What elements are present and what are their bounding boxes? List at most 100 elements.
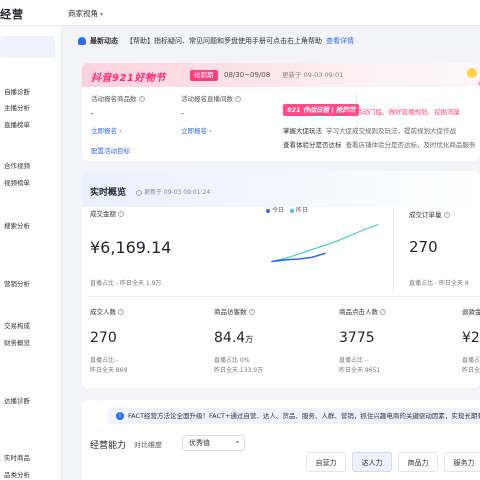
- gmv-value: ¥6,169.14: [90, 238, 172, 257]
- help-icon[interactable]: ?: [235, 96, 241, 102]
- metric-label: 成交人数: [90, 308, 116, 316]
- campaign-phase-tag: 抢跑期: [190, 70, 218, 81]
- enrolled-live-value: -: [181, 109, 184, 118]
- sidebar-item[interactable]: 直播榜单: [4, 119, 30, 129]
- business-ability-section: i FACT经营方法论全面升级！FACT+通过自营、达人、货品、服务、人群、营销，…: [82, 400, 480, 480]
- tab-service[interactable]: 服务力: [444, 452, 480, 472]
- view-switch-dropdown[interactable]: 商家视角 ▾: [68, 8, 103, 19]
- realtime-title: 实时概览: [90, 188, 127, 198]
- enrolled-products-value: -: [91, 109, 94, 118]
- sidebar-item[interactable]: 合作视频: [4, 160, 30, 170]
- info-icon: i: [116, 412, 124, 420]
- metric-share: 直播占比 -: [90, 357, 119, 364]
- sidebar-item[interactable]: 达播诊断: [4, 395, 30, 405]
- compare-dimension-select[interactable]: 优秀值 ▾: [182, 435, 245, 451]
- config-goal-link[interactable]: 配置活动目标: [91, 145, 130, 155]
- metric-cell[interactable]: 退款金额 ¥2 直播占比 - 昨日全天: [462, 306, 480, 376]
- schedule-text: 冲刺活动门槛、做好直播规划、挖掘流量: [343, 108, 460, 116]
- orders-label: 成交订单量: [409, 211, 442, 219]
- sidebar-item[interactable]: 营销分析: [4, 278, 30, 288]
- metric-value: 270: [90, 330, 117, 346]
- sidebar: 自播诊断 主播分析 直播榜单 合作视频 视频榜单 搜索分析 营销分析 交易构成 …: [0, 26, 62, 480]
- top-bar: 经营 商家视角 ▾: [0, 0, 480, 26]
- realtime-update-time: 更新于 09-03 09:01:24: [144, 189, 211, 196]
- tab-self-operation[interactable]: 自营力: [306, 452, 346, 472]
- metric-label: 退款金额: [462, 308, 480, 316]
- help-icon[interactable]: ?: [118, 211, 124, 217]
- metric-share: 直播占比 -: [339, 357, 368, 364]
- metric-yesterday: 昨日全天 9651: [339, 367, 381, 374]
- metric-unit: 万: [245, 335, 254, 344]
- campaign-title: 抖音921好物节: [91, 73, 166, 84]
- campaign-update-time: 更新于 09-03 09:01: [282, 71, 344, 79]
- metric-yesterday: 昨日全天 869: [90, 367, 128, 374]
- sidebar-item[interactable]: 品类分析: [4, 469, 30, 479]
- tab-influencer[interactable]: 达人力: [352, 452, 392, 472]
- legend-dot-today: [266, 208, 270, 213]
- gmv-label: 成交金额: [90, 210, 116, 218]
- enrolled-products-block: 活动报名商品数? - 立即报名 ›: [91, 93, 145, 135]
- metric-share: 直播占比 -: [462, 357, 480, 364]
- metric-label: 商品点击人数: [339, 308, 378, 316]
- compare-dimension-value: 优秀值: [189, 439, 210, 447]
- metric-yesterday: 昨日全天 133.9万: [214, 367, 264, 374]
- clock-icon: [136, 189, 142, 196]
- enroll-live-link[interactable]: 立即报名 ›: [181, 125, 241, 135]
- metric-value: 3775: [339, 330, 375, 346]
- metric-cell[interactable]: 成交人数? 270 直播占比 - 昨日全天 869: [90, 306, 127, 376]
- help-icon[interactable]: ?: [248, 309, 255, 315]
- gmv-sub: 直播占比 - 昨日全天 1.9万: [90, 280, 162, 287]
- tip-key: 掌握大促玩法: [283, 127, 322, 135]
- campaign-tip[interactable]: 查看体验分是否达标 查看店铺体验分是否达标，及时优化商品服务: [283, 139, 476, 149]
- help-icon[interactable]: ?: [138, 96, 145, 102]
- realtime-divider: [88, 296, 480, 297]
- metric-value: 84.4: [214, 330, 246, 346]
- orders-sub: 直播占比 - 昨日全天 8: [409, 280, 469, 287]
- campaign-schedule: 921 作战日程 | 抢跑期 冲刺活动门槛、做好直播规划、挖掘流量: [283, 104, 480, 117]
- help-icon[interactable]: ?: [380, 309, 386, 315]
- sidebar-item[interactable]: 搜索分析: [4, 220, 30, 230]
- notice-title: 最新动态: [90, 37, 118, 45]
- ability-title: 经营能力: [90, 441, 127, 451]
- metric-cell[interactable]: 商品点击人数? 3775 直播占比 - 昨日全天 9651: [339, 306, 386, 376]
- sidebar-item[interactable]: 主播分析: [4, 102, 30, 112]
- tip-value: 查看店铺体验分是否达标，及时优化商品服务: [345, 141, 476, 149]
- legend-dot-yesterday: [289, 208, 294, 213]
- compare-dimension-label: 对比维度: [134, 441, 162, 449]
- sidebar-item[interactable]: 交易构成: [4, 320, 30, 330]
- metric-share: 直播占比 0%: [214, 357, 250, 364]
- help-icon[interactable]: ?: [443, 212, 450, 218]
- help-icon[interactable]: ?: [118, 309, 124, 315]
- enrolled-live-block: 活动报名直播间数? - 立即报名 ›: [181, 93, 241, 135]
- campaign-banner: 抖音921好物节 抢跑期 08/30~09/08 更新于 09-03 09:01: [82, 63, 480, 87]
- notice-bar: 最新动态 【帮助】指标疑问、常见问题和罗盘使用手册可点击右上角帮助 查看详情: [78, 36, 480, 50]
- fact-info-text: FACT经营方法论全面升级！FACT+通过自营、达人、货品、服务、人群、营销，抓…: [128, 412, 480, 420]
- legend-today: 今日: [272, 207, 285, 214]
- notice-text: 【帮助】指标疑问、常见问题和罗盘使用手册可点击右上角帮助: [126, 37, 322, 45]
- campaign-illustration-icon: [467, 68, 480, 85]
- caret-down-icon: ▾: [100, 11, 104, 18]
- sidebar-item[interactable]: 实时商品: [4, 452, 30, 462]
- chevron-down-icon: ▾: [235, 439, 239, 446]
- bell-icon: [78, 37, 86, 45]
- sidebar-item[interactable]: 财务概览: [4, 337, 30, 347]
- metric-label: 商品访客数: [214, 308, 247, 316]
- sidebar-item[interactable]: 自播诊断: [4, 86, 30, 96]
- metric-yesterday: 昨日全天: [462, 367, 480, 374]
- sidebar-item[interactable]: 视频榜单: [4, 177, 30, 187]
- fact-info-bar: i FACT经营方法论全面升级！FACT+通过自营、达人、货品、服务、人群、营销，…: [108, 408, 480, 424]
- tip-key: 查看体验分是否达标: [283, 141, 342, 149]
- orders-metric: 成交订单量? 270 直播占比 - 昨日全天 8: [393, 208, 480, 293]
- chart-legend: 今日 昨日: [266, 205, 308, 214]
- tip-value: 学习大促成交规则及玩法，提前规划大促作战: [326, 127, 456, 135]
- tab-product[interactable]: 商品力: [398, 452, 438, 472]
- gmv-trend-chart: [271, 223, 379, 263]
- sidebar-active-item[interactable]: [0, 36, 55, 58]
- campaign-date-range: 08/30~09/08: [224, 71, 271, 79]
- metric-value: ¥2: [462, 330, 480, 346]
- notice-detail-link[interactable]: 查看详情: [326, 37, 354, 45]
- enrolled-products-label: 活动报名商品数: [91, 95, 137, 103]
- enroll-products-link[interactable]: 立即报名 ›: [91, 125, 145, 135]
- metric-cell[interactable]: 商品访客数? 84.4万 直播占比 0% 昨日全天 133.9万: [214, 306, 263, 376]
- campaign-tip[interactable]: 掌握大促玩法 学习大促成交规则及玩法，提前规划大促作战: [283, 125, 456, 135]
